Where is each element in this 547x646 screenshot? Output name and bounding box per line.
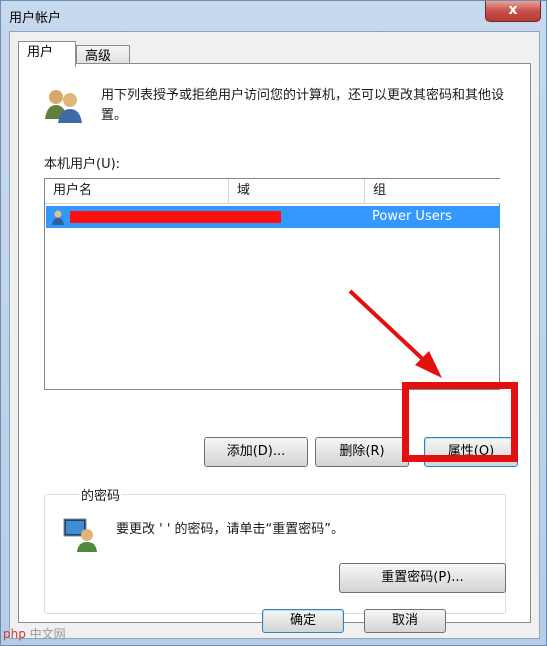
users-icon — [45, 90, 82, 123]
tab-label: 高级 — [85, 49, 112, 64]
tab-label: 用户 — [27, 45, 54, 60]
add-button[interactable]: 添加(D)... — [204, 437, 308, 467]
redacted-username — [70, 211, 281, 223]
description-text: 用下列表授予或拒绝用户访问您的计算机，还可以更改其密码和其他设置。 — [101, 88, 505, 123]
tab-users[interactable]: 用户 — [18, 41, 76, 67]
cancel-button[interactable]: 取消 — [364, 609, 446, 633]
ok-button[interactable]: 确定 — [262, 609, 344, 633]
close-button[interactable]: x — [485, 1, 541, 22]
remove-button[interactable]: 删除(R) — [315, 437, 409, 467]
password-group-title: 的密码 — [79, 485, 123, 504]
user-icon — [52, 210, 64, 225]
annotation-highlight-box — [402, 382, 518, 462]
password-instruction: 要更改 ' ' 的密码，请单击“重置密码”。 — [116, 522, 345, 537]
dialog-client: 用户 高级 用下列表授予或拒绝用户访问您的计算机，还可以更改其密码和其他设置。 … — [9, 31, 540, 639]
window-title: 用户帐户 — [9, 11, 62, 26]
local-users-label: 本机用户(U): — [44, 157, 121, 172]
users-tab-panel: 用下列表授予或拒绝用户访问您的计算机，还可以更改其密码和其他设置。 本机用户(U… — [18, 63, 531, 623]
monitor-user-icon — [63, 518, 97, 552]
watermark: php 中文网 — [3, 625, 66, 642]
close-icon: x — [508, 2, 518, 18]
column-header-domain[interactable]: 域 — [229, 179, 365, 204]
table-row[interactable]: Power Users — [46, 206, 500, 228]
row-group-cell: Power Users — [372, 209, 452, 224]
user-list[interactable]: 用户名 域 组 Power Users — [44, 178, 501, 390]
watermark-brand: php — [3, 627, 26, 641]
column-header-group[interactable]: 组 — [365, 179, 501, 204]
reset-password-button[interactable]: 重置密码(P)... — [339, 563, 506, 593]
password-group — [44, 494, 506, 614]
watermark-site: 中文网 — [29, 627, 66, 641]
column-header-username[interactable]: 用户名 — [45, 179, 229, 204]
user-accounts-window: 用户帐户 x 用户 高级 用下列表授予或拒绝用户访问您的计算机，还可以更改其密码… — [0, 0, 547, 646]
